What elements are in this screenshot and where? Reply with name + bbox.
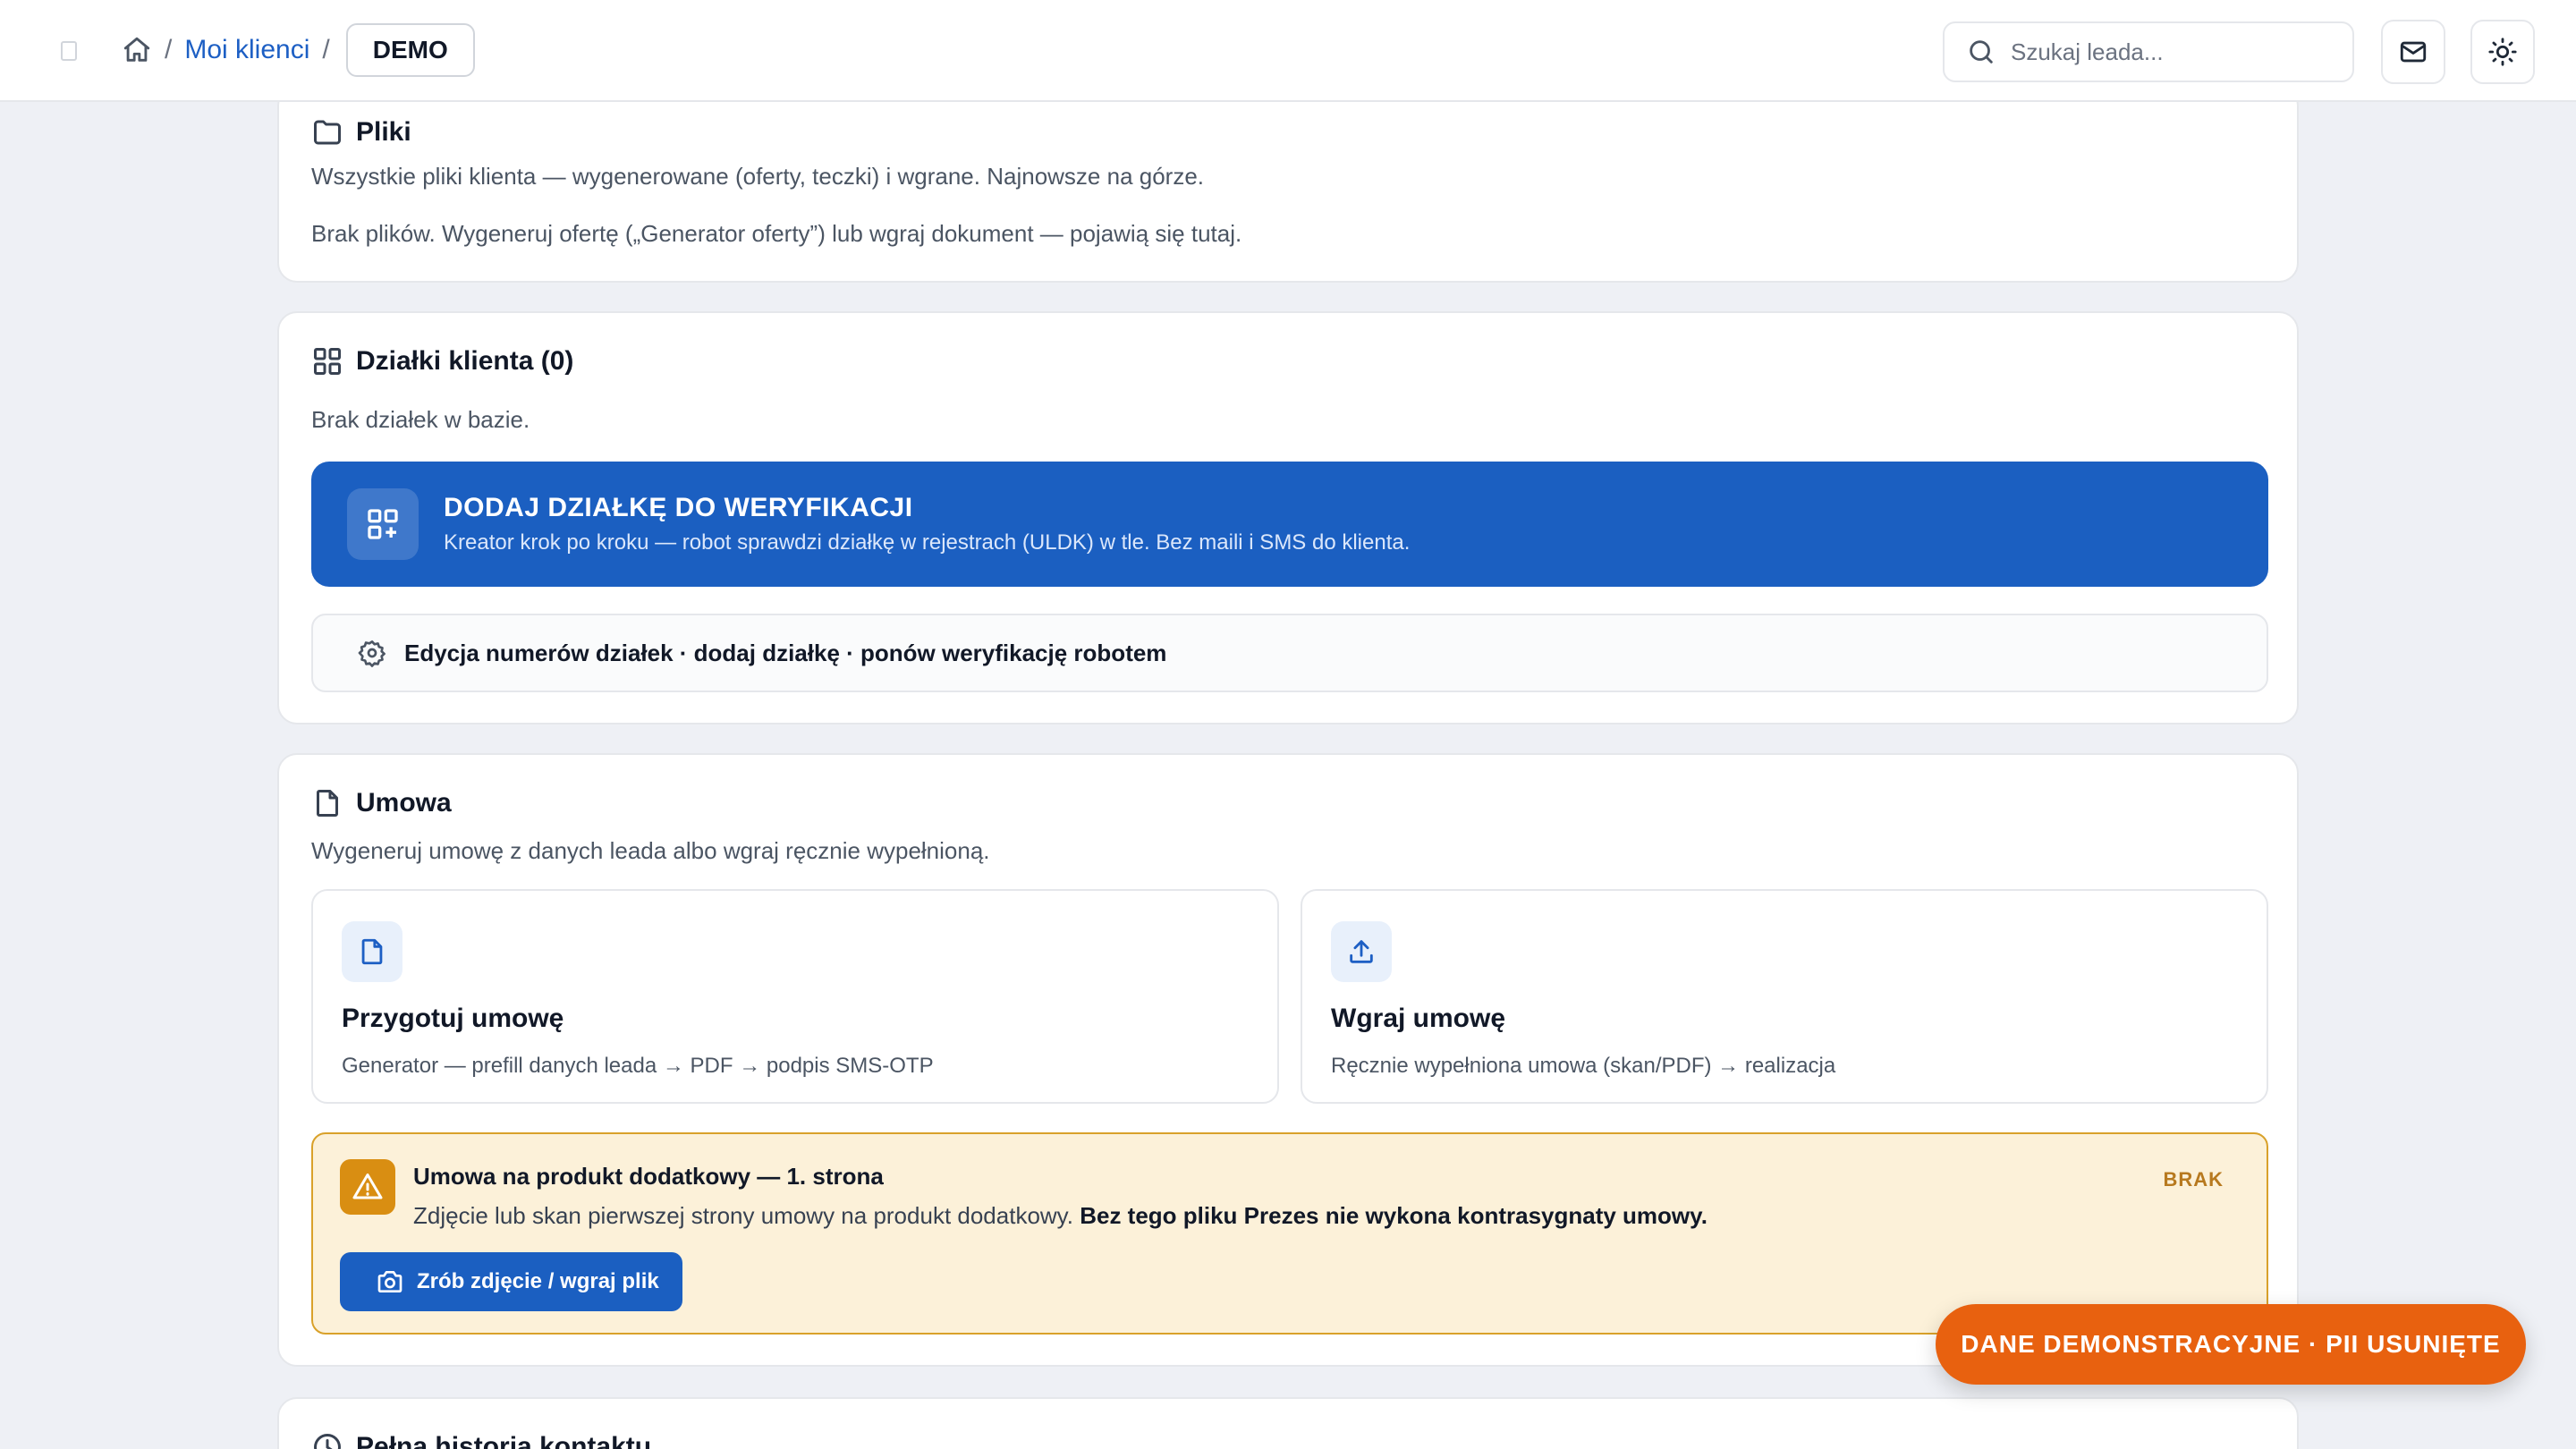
warning-icon xyxy=(340,1159,395,1215)
breadcrumb-separator: / xyxy=(322,35,330,64)
files-header: Pliki xyxy=(311,116,411,148)
files-title: Pliki xyxy=(356,117,411,147)
add-parcel-text: DODAJ DZIAŁKĘ DO WERYFIKACJI Kreator kro… xyxy=(444,493,1410,555)
folder-icon xyxy=(311,116,343,148)
sidebar-toggle-button[interactable] xyxy=(61,41,77,61)
prepare-contract-subtitle: Generator — prefill danych leada → PDF →… xyxy=(342,1054,934,1078)
breadcrumb: / Moi klienci / DEMO xyxy=(122,0,475,100)
upload-contract-option[interactable]: Wgraj umowę Ręcznie wypełniona umowa (sk… xyxy=(1301,889,2268,1104)
breadcrumb-current: DEMO xyxy=(345,23,475,77)
breadcrumb-separator: / xyxy=(165,35,173,64)
files-empty-text: Brak plików. Wygeneruj ofertę („Generato… xyxy=(311,220,1242,247)
document-icon xyxy=(311,787,343,819)
home-icon[interactable] xyxy=(122,35,152,65)
addon-contract-description-text: Zdjęcie lub skan pierwszej strony umowy … xyxy=(413,1202,1080,1229)
prepare-contract-title: Przygotuj umowę xyxy=(342,1004,564,1033)
grid-icon xyxy=(311,345,343,377)
clock-icon xyxy=(311,1431,343,1449)
search-icon xyxy=(1966,37,1996,67)
camera-icon xyxy=(376,1267,404,1296)
contract-description: Wygeneruj umowę z danych leada albo wgra… xyxy=(311,837,990,864)
breadcrumb-link-clients[interactable]: Moi klienci xyxy=(184,35,309,65)
theme-toggle-button[interactable] xyxy=(2470,20,2535,84)
prepare-contract-option[interactable]: Przygotuj umowę Generator — prefill dany… xyxy=(311,889,1279,1104)
parcels-card: Działki klienta (0) Brak działek w bazie… xyxy=(277,311,2299,724)
history-title: Pełna historia kontaktu xyxy=(356,1432,652,1449)
upload-photo-label: Zrób zdjęcie / wgraj plik xyxy=(417,1269,659,1293)
sun-icon xyxy=(2487,37,2518,67)
edit-parcels-button[interactable]: Edycja numerów działek · dodaj działkę ·… xyxy=(311,614,2268,692)
addon-contract-description-bold: Bez tego pliku Prezes nie wykona kontras… xyxy=(1080,1202,1707,1229)
upload-photo-button[interactable]: Zrób zdjęcie / wgraj plik xyxy=(340,1252,682,1311)
contract-header: Umowa xyxy=(311,787,452,819)
files-description: Wszystkie pliki klienta — wygenerowane (… xyxy=(311,163,1205,190)
history-header: Pełna historia kontaktu xyxy=(311,1431,651,1449)
edit-parcels-label: Edycja numerów działek · dodaj działkę ·… xyxy=(404,639,1167,666)
contract-card: Umowa Wygeneruj umowę z danych leada alb… xyxy=(277,753,2299,1367)
upload-contract-subtitle: Ręcznie wypełniona umowa (skan/PDF) → re… xyxy=(1331,1054,1836,1078)
status-badge: BRAK xyxy=(2163,1168,2224,1191)
upload-icon xyxy=(1331,921,1392,982)
parcels-header: Działki klienta (0) xyxy=(311,345,573,377)
search-box[interactable] xyxy=(1943,21,2354,82)
file-icon xyxy=(342,921,402,982)
add-parcel-subtitle: Kreator krok po kroku — robot sprawdzi d… xyxy=(444,530,1411,555)
parcels-empty-text: Brak działek w bazie. xyxy=(311,406,530,433)
mail-button[interactable] xyxy=(2381,20,2445,84)
contract-title: Umowa xyxy=(356,788,452,818)
top-bar: / Moi klienci / DEMO xyxy=(0,0,2576,102)
add-grid-icon xyxy=(347,488,419,560)
parcels-title: Działki klienta (0) xyxy=(356,346,574,376)
demo-data-badge: DANE DEMONSTRACYJNE · PII USUNIĘTE xyxy=(1936,1304,2526,1385)
mail-icon xyxy=(2398,37,2428,67)
addon-contract-description: Zdjęcie lub skan pierwszej strony umowy … xyxy=(413,1202,1707,1230)
gear-icon xyxy=(358,639,386,667)
add-parcel-title: DODAJ DZIAŁKĘ DO WERYFIKACJI xyxy=(444,493,913,522)
add-parcel-button[interactable]: DODAJ DZIAŁKĘ DO WERYFIKACJI Kreator kro… xyxy=(311,462,2268,587)
history-card: Pełna historia kontaktu xyxy=(277,1397,2299,1449)
addon-contract-title: Umowa na produkt dodatkowy — 1. strona xyxy=(413,1163,884,1190)
files-card: Pliki Wszystkie pliki klienta — wygenero… xyxy=(277,86,2299,283)
upload-contract-title: Wgraj umowę xyxy=(1331,1004,1506,1033)
search-input[interactable] xyxy=(2011,38,2333,66)
